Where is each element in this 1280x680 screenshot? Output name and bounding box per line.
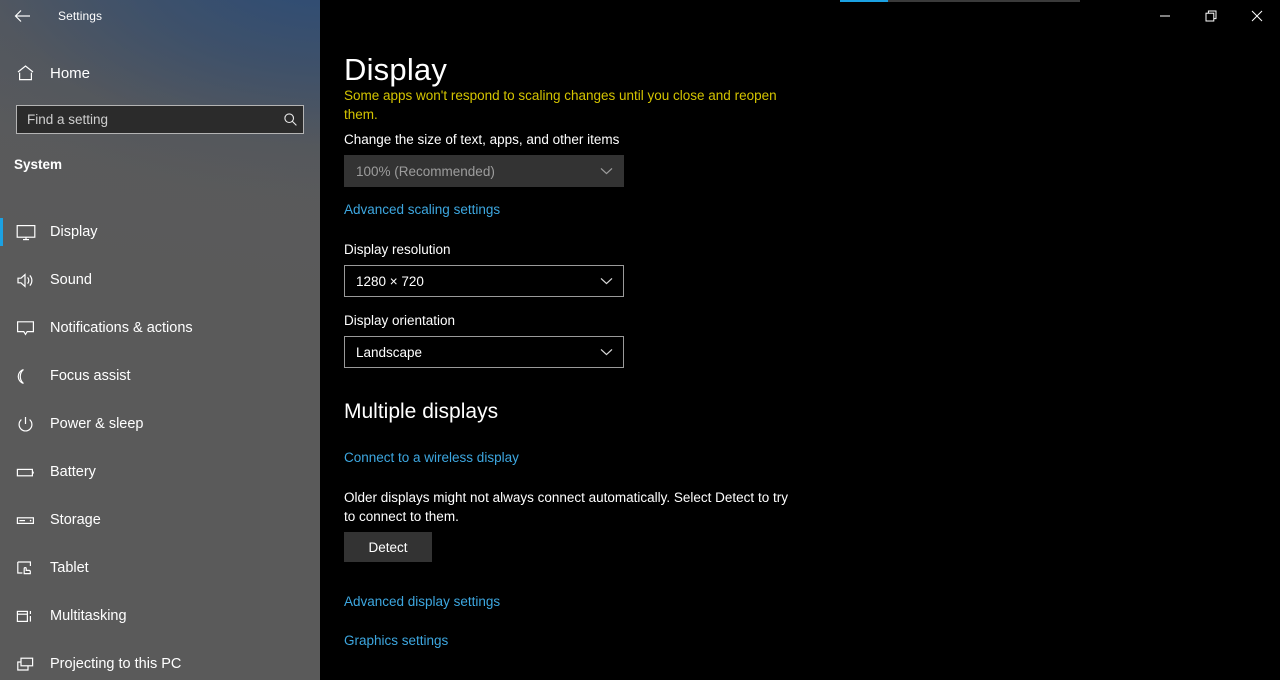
sidebar-item-label: Power & sleep	[50, 416, 144, 432]
speaker-icon	[16, 272, 46, 289]
page-title: Display	[344, 54, 458, 85]
resolution-dropdown[interactable]: 1280 × 720	[344, 265, 624, 297]
sidebar-item-label: Projecting to this PC	[50, 656, 182, 672]
slider-fill	[840, 0, 888, 2]
power-icon	[16, 416, 46, 433]
wireless-display-link[interactable]: Connect to a wireless display	[344, 449, 519, 467]
scaling-warning-text: Some apps won't respond to scaling chang…	[344, 88, 777, 122]
sidebar-item-tablet[interactable]: Tablet	[0, 544, 320, 592]
orientation-label: Display orientation	[344, 313, 456, 328]
sidebar-home-label: Home	[50, 64, 91, 82]
search-input[interactable]	[17, 106, 277, 133]
chevron-down-icon	[600, 277, 613, 285]
monitor-icon	[16, 224, 46, 241]
sidebar-item-focus-assist[interactable]: Focus assist	[0, 352, 320, 400]
older-displays-text: Older displays might not always connect …	[344, 490, 788, 524]
advanced-display-settings-link[interactable]: Advanced display settings	[344, 593, 500, 611]
sidebar-nav-list: Display Sound Notifications & actions Fo…	[0, 208, 320, 680]
restore-icon[interactable]	[1188, 0, 1234, 32]
graphics-settings-link[interactable]: Graphics settings	[344, 632, 448, 650]
chevron-down-icon	[600, 167, 613, 175]
scale-dropdown: 100% (Recommended)	[344, 155, 624, 187]
sidebar-item-sound[interactable]: Sound	[0, 256, 320, 304]
notification-icon	[16, 320, 46, 337]
chevron-down-icon	[600, 348, 613, 356]
advanced-scaling-settings-link[interactable]: Advanced scaling settings	[344, 201, 500, 219]
multitasking-icon	[16, 608, 46, 625]
resolution-dropdown-value: 1280 × 720	[356, 273, 424, 289]
tablet-icon	[16, 560, 46, 577]
sidebar-item-label: Multitasking	[50, 608, 127, 624]
sidebar-item-label: Tablet	[50, 560, 89, 576]
titlebar: Settings	[0, 0, 320, 32]
sidebar-item-notifications[interactable]: Notifications & actions	[0, 304, 320, 352]
search-box[interactable]	[16, 105, 304, 134]
sidebar-item-power-sleep[interactable]: Power & sleep	[0, 400, 320, 448]
sidebar-item-home[interactable]: Home	[0, 56, 320, 90]
battery-icon	[16, 464, 46, 481]
projecting-icon	[16, 656, 46, 673]
main-content: Some apps won't respond to scaling chang…	[320, 0, 1280, 680]
close-icon[interactable]	[1234, 0, 1280, 32]
sidebar: Settings Home System	[0, 0, 320, 680]
sidebar-item-storage[interactable]: Storage	[0, 496, 320, 544]
orientation-dropdown-value: Landscape	[356, 344, 423, 360]
search-icon[interactable]	[277, 112, 303, 127]
sidebar-item-label: Storage	[50, 512, 101, 528]
sidebar-item-label: Notifications & actions	[50, 320, 193, 336]
window-title: Settings	[58, 9, 103, 23]
scale-slider-remnant[interactable]	[840, 0, 1080, 2]
sidebar-item-label: Display	[50, 224, 98, 240]
moon-icon	[16, 368, 46, 385]
storage-icon	[16, 512, 46, 529]
sidebar-item-label: Focus assist	[50, 368, 131, 384]
sidebar-item-multitasking[interactable]: Multitasking	[0, 592, 320, 640]
minimize-icon[interactable]	[1142, 0, 1188, 32]
window-controls	[1142, 0, 1280, 32]
resolution-label: Display resolution	[344, 242, 451, 257]
slider-track	[888, 0, 1080, 2]
settings-window: Settings Home System	[0, 0, 1280, 680]
sidebar-section-label: System	[14, 157, 63, 172]
scale-dropdown-value: 100% (Recommended)	[356, 163, 495, 179]
orientation-dropdown[interactable]: Landscape	[344, 336, 624, 368]
selection-indicator	[0, 218, 3, 246]
sidebar-item-battery[interactable]: Battery	[0, 448, 320, 496]
sidebar-item-projecting[interactable]: Projecting to this PC	[0, 640, 320, 680]
back-arrow-icon[interactable]	[0, 1, 44, 31]
home-icon	[16, 64, 46, 82]
scale-label: Change the size of text, apps, and other…	[344, 132, 620, 147]
sidebar-item-label: Battery	[50, 464, 96, 480]
multiple-displays-heading: Multiple displays	[344, 400, 499, 423]
detect-button[interactable]: Detect	[344, 532, 432, 562]
sidebar-item-label: Sound	[50, 272, 92, 288]
sidebar-item-display[interactable]: Display	[0, 208, 320, 256]
